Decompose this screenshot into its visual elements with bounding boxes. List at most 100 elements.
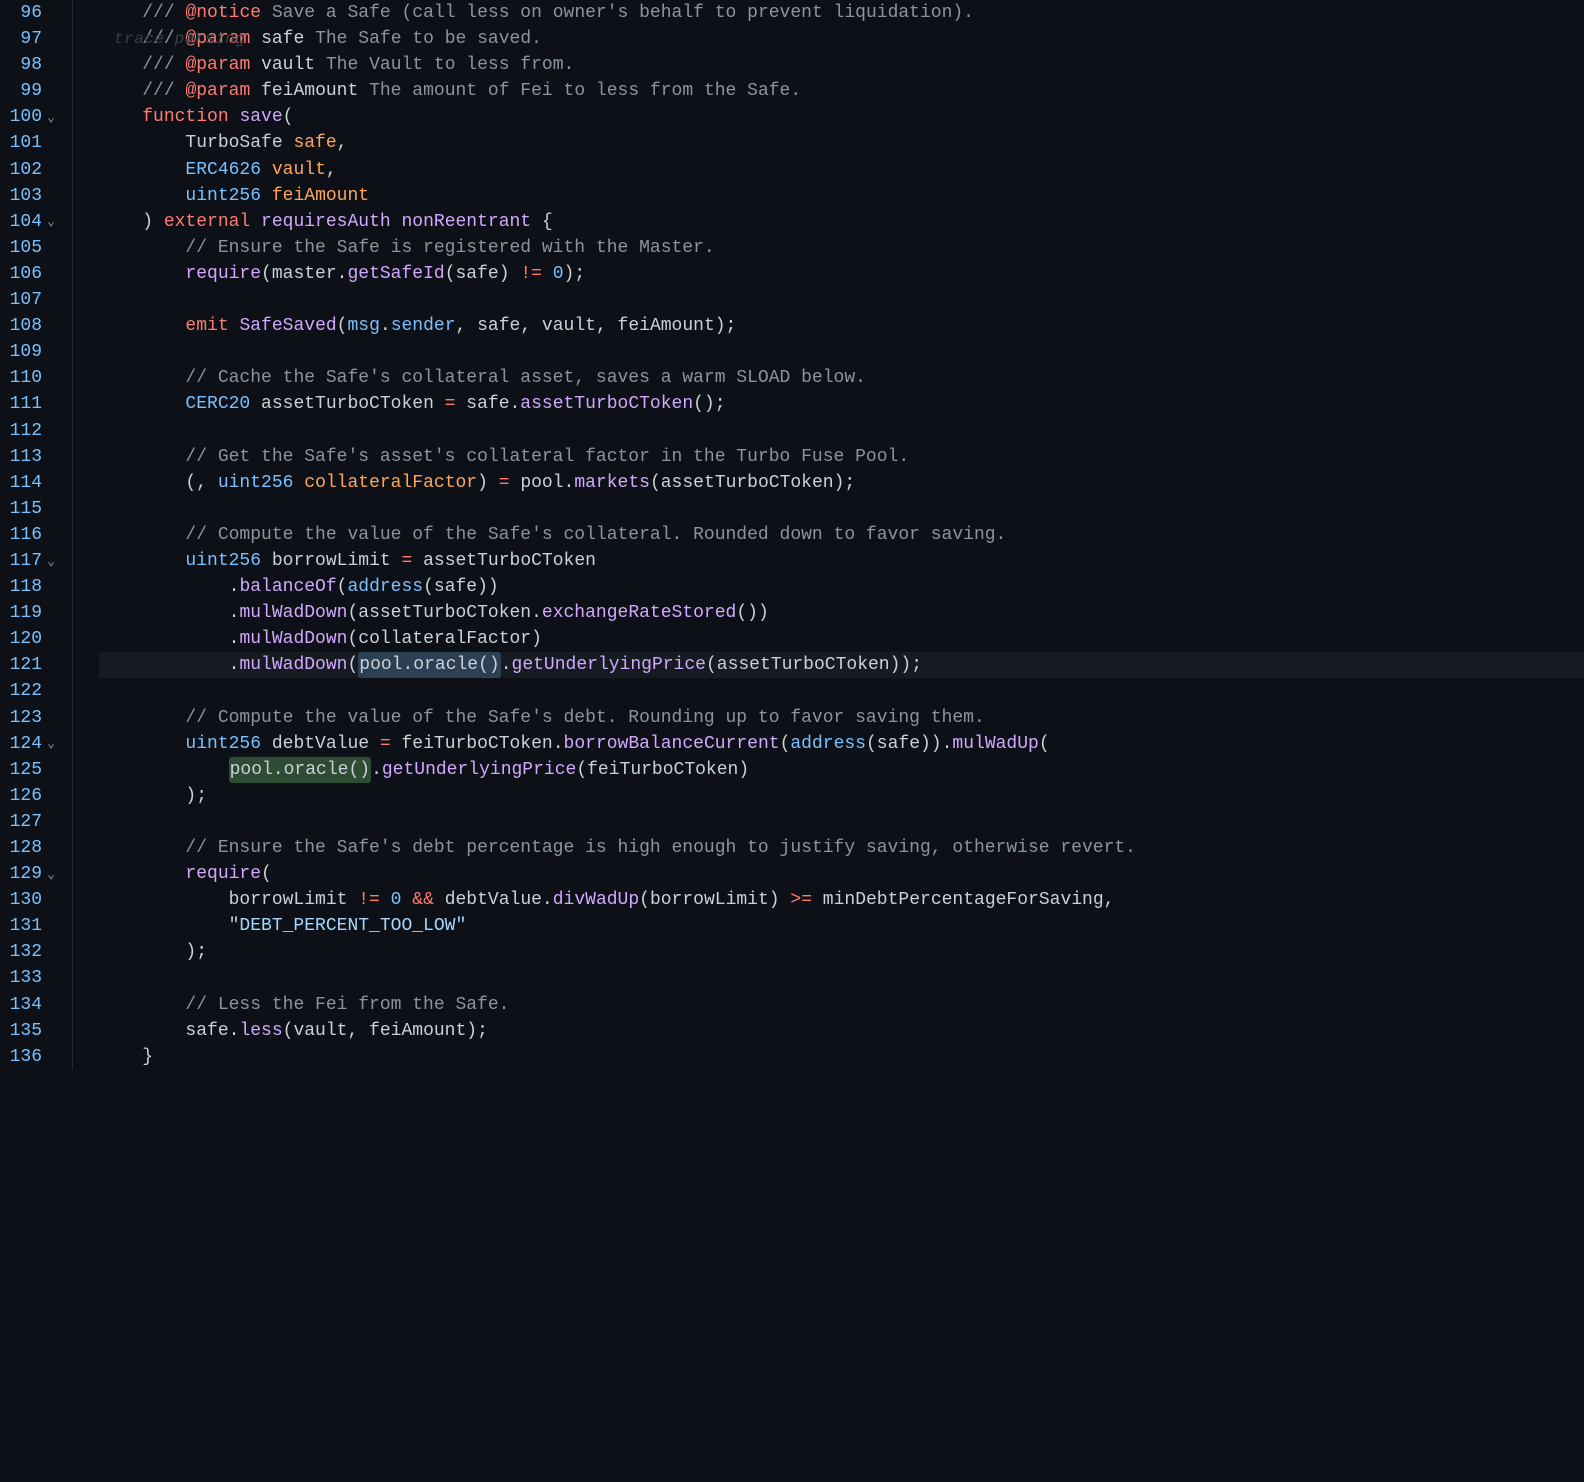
token: TurboSafe — [185, 130, 282, 156]
code-line[interactable]: // Get the Safe's asset's collateral fac… — [99, 444, 1584, 470]
token: . — [99, 574, 239, 600]
code-line[interactable]: uint256 debtValue = feiTurboCToken.borro… — [99, 731, 1584, 757]
token: @notice — [185, 0, 261, 26]
line-number: 99 — [0, 78, 42, 104]
code-line[interactable]: // Compute the value of the Safe's colla… — [99, 522, 1584, 548]
token — [99, 913, 229, 939]
code-line[interactable]: (, uint256 collateralFactor) = pool.mark… — [99, 470, 1584, 496]
token: less — [239, 1018, 282, 1044]
code-line[interactable]: safe.less(vault, feiAmount); — [99, 1018, 1584, 1044]
token: >= — [790, 887, 812, 913]
line-number: 104 — [0, 209, 42, 235]
code-line[interactable]: ); — [99, 783, 1584, 809]
code-line[interactable] — [99, 496, 1584, 522]
code-line[interactable]: // Compute the value of the Safe's debt.… — [99, 705, 1584, 731]
code-line[interactable]: "DEBT_PERCENT_TOO_LOW" — [99, 913, 1584, 939]
code-line[interactable]: CERC20 assetTurboCToken = safe.assetTurb… — [99, 391, 1584, 417]
token: function — [142, 104, 228, 130]
token: ()) — [736, 600, 768, 626]
fold-chevron-icon[interactable]: ⌄ — [42, 553, 60, 572]
token — [99, 313, 185, 339]
token: getUnderlyingPrice — [382, 757, 576, 783]
gutter-row: 117⌄ — [0, 548, 64, 574]
token — [542, 261, 553, 287]
code-line[interactable] — [99, 287, 1584, 313]
fold-chevron-icon[interactable]: ⌄ — [42, 109, 60, 128]
token: sender — [391, 313, 456, 339]
line-number: 127 — [0, 809, 42, 835]
token: (collateralFactor) — [347, 626, 541, 652]
token: // Cache the Safe's collateral asset, sa… — [185, 365, 866, 391]
code-line[interactable]: .mulWadDown(pool.oracle().getUnderlyingP… — [99, 652, 1584, 678]
code-line[interactable]: .mulWadDown(collateralFactor) — [99, 626, 1584, 652]
code-line[interactable]: uint256 feiAmount — [99, 183, 1584, 209]
code-line[interactable]: // Less the Fei from the Safe. — [99, 992, 1584, 1018]
token: /// — [142, 52, 185, 78]
code-line[interactable]: } — [99, 1044, 1584, 1070]
code-line[interactable]: require(master.getSafeId(safe) != 0); — [99, 261, 1584, 287]
gutter-row: 133 — [0, 965, 64, 991]
code-line[interactable]: require( — [99, 861, 1584, 887]
token — [283, 130, 294, 156]
token: ( — [283, 104, 294, 130]
code-line[interactable]: borrowLimit != 0 && debtValue.divWadUp(b… — [99, 887, 1584, 913]
code-line[interactable] — [99, 678, 1584, 704]
code-line[interactable]: function save( — [99, 104, 1584, 130]
token: { — [531, 209, 553, 235]
code-line[interactable]: uint256 borrowLimit = assetTurboCToken — [99, 548, 1584, 574]
fold-chevron-icon[interactable]: ⌄ — [42, 213, 60, 232]
code-line[interactable]: /// @param vault The Vault to less from. — [99, 52, 1584, 78]
token: @param — [185, 78, 250, 104]
code-line[interactable]: .balanceOf(address(safe)) — [99, 574, 1584, 600]
token: (); — [693, 391, 725, 417]
token — [250, 78, 261, 104]
token: ); — [564, 261, 586, 287]
gutter-row: 98 — [0, 52, 64, 78]
line-number-gutter: 96979899100⌄101102103104⌄105106107108109… — [0, 0, 73, 1070]
fold-chevron-icon[interactable]: ⌄ — [42, 866, 60, 885]
line-number: 122 — [0, 678, 42, 704]
gutter-row: 96 — [0, 0, 64, 26]
token — [99, 835, 185, 861]
gutter-row: 99 — [0, 78, 64, 104]
gutter-row: 108 — [0, 313, 64, 339]
token: (vault, feiAmount); — [283, 1018, 488, 1044]
gutter-row: 102 — [0, 157, 64, 183]
code-line[interactable]: // Cache the Safe's collateral asset, sa… — [99, 365, 1584, 391]
line-number: 125 — [0, 757, 42, 783]
token: && — [412, 887, 434, 913]
code-line[interactable]: .mulWadDown(assetTurboCToken.exchangeRat… — [99, 600, 1584, 626]
code-line[interactable] — [99, 418, 1584, 444]
gutter-row: 127 — [0, 809, 64, 835]
line-number: 96 — [0, 0, 42, 26]
code-line[interactable]: ERC4626 vault, — [99, 157, 1584, 183]
code-line[interactable]: // Ensure the Safe is registered with th… — [99, 235, 1584, 261]
code-line[interactable]: /// @notice Save a Safe (call less on ow… — [99, 0, 1584, 26]
code-line[interactable]: // Ensure the Safe's debt percentage is … — [99, 835, 1584, 861]
code-area[interactable]: /// @notice Save a Safe (call less on ow… — [73, 0, 1584, 1070]
token — [99, 522, 185, 548]
gutter-row: 126 — [0, 783, 64, 809]
line-number: 107 — [0, 287, 42, 313]
code-line[interactable]: emit SafeSaved(msg.sender, safe, vault, … — [99, 313, 1584, 339]
code-line[interactable]: pool.oracle().getUnderlyingPrice(feiTurb… — [99, 757, 1584, 783]
token: SafeSaved — [239, 313, 336, 339]
token — [261, 183, 272, 209]
token: (borrowLimit) — [639, 887, 790, 913]
token: uint256 — [218, 470, 294, 496]
gutter-row: 123 — [0, 705, 64, 731]
line-number: 101 — [0, 130, 42, 156]
fold-chevron-icon[interactable]: ⌄ — [42, 735, 60, 754]
line-number: 116 — [0, 522, 42, 548]
token: getSafeId — [347, 261, 444, 287]
code-line[interactable]: /// @param feiAmount The amount of Fei t… — [99, 78, 1584, 104]
code-line[interactable] — [99, 339, 1584, 365]
token: getUnderlyingPrice — [512, 652, 706, 678]
code-line[interactable]: TurboSafe safe, — [99, 130, 1584, 156]
code-line[interactable]: ) external requiresAuth nonReentrant { — [99, 209, 1584, 235]
code-line[interactable] — [99, 809, 1584, 835]
code-line[interactable]: ); — [99, 939, 1584, 965]
code-line[interactable]: /// @param safe The Safe to be saved. — [99, 26, 1584, 52]
code-line[interactable] — [99, 965, 1584, 991]
token — [401, 887, 412, 913]
